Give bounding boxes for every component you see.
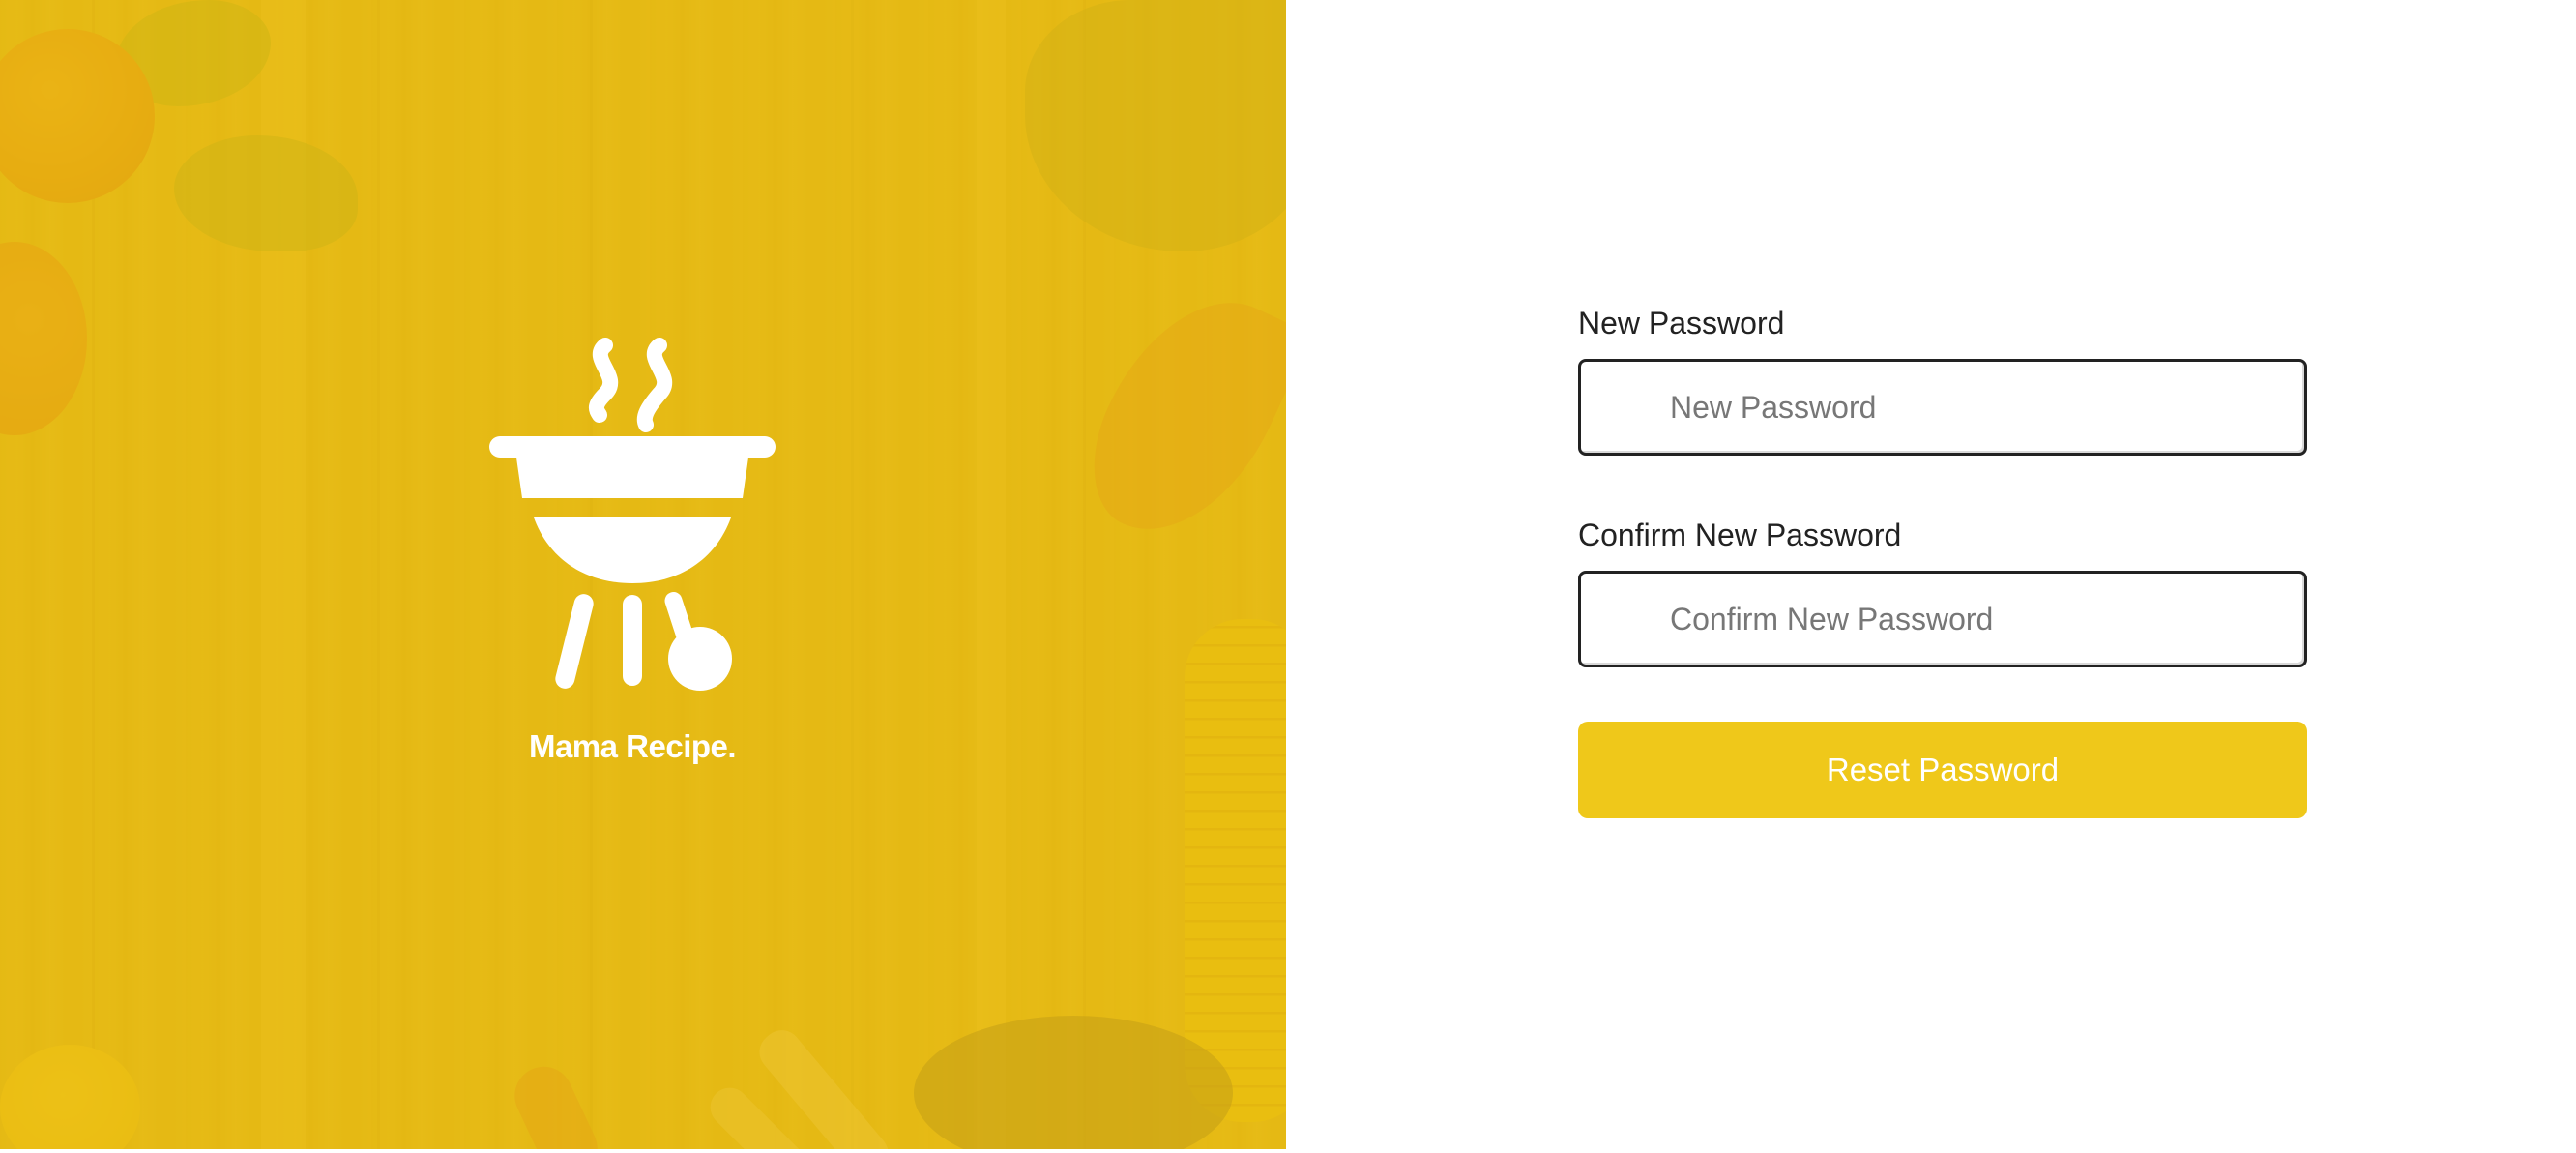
hero-panel: Mama Recipe. — [0, 0, 1286, 1149]
brand-logo: Mama Recipe. — [483, 334, 781, 765]
brand-name: Mama Recipe. — [528, 728, 737, 764]
grill-icon — [489, 338, 776, 691]
new-password-input[interactable] — [1581, 362, 2304, 453]
reset-password-page: Mama Recipe. New Password Confirm New Pa… — [0, 0, 2576, 1153]
confirm-password-input[interactable] — [1581, 574, 2304, 665]
confirm-password-field-wrapper — [1578, 571, 2307, 667]
reset-password-button[interactable]: Reset Password — [1578, 722, 2307, 818]
new-password-field-wrapper — [1578, 359, 2307, 456]
new-password-label: New Password — [1578, 306, 1785, 340]
reset-password-form: New Password Confirm New Password Reset … — [1578, 306, 2307, 818]
confirm-password-label: Confirm New Password — [1578, 517, 1902, 552]
